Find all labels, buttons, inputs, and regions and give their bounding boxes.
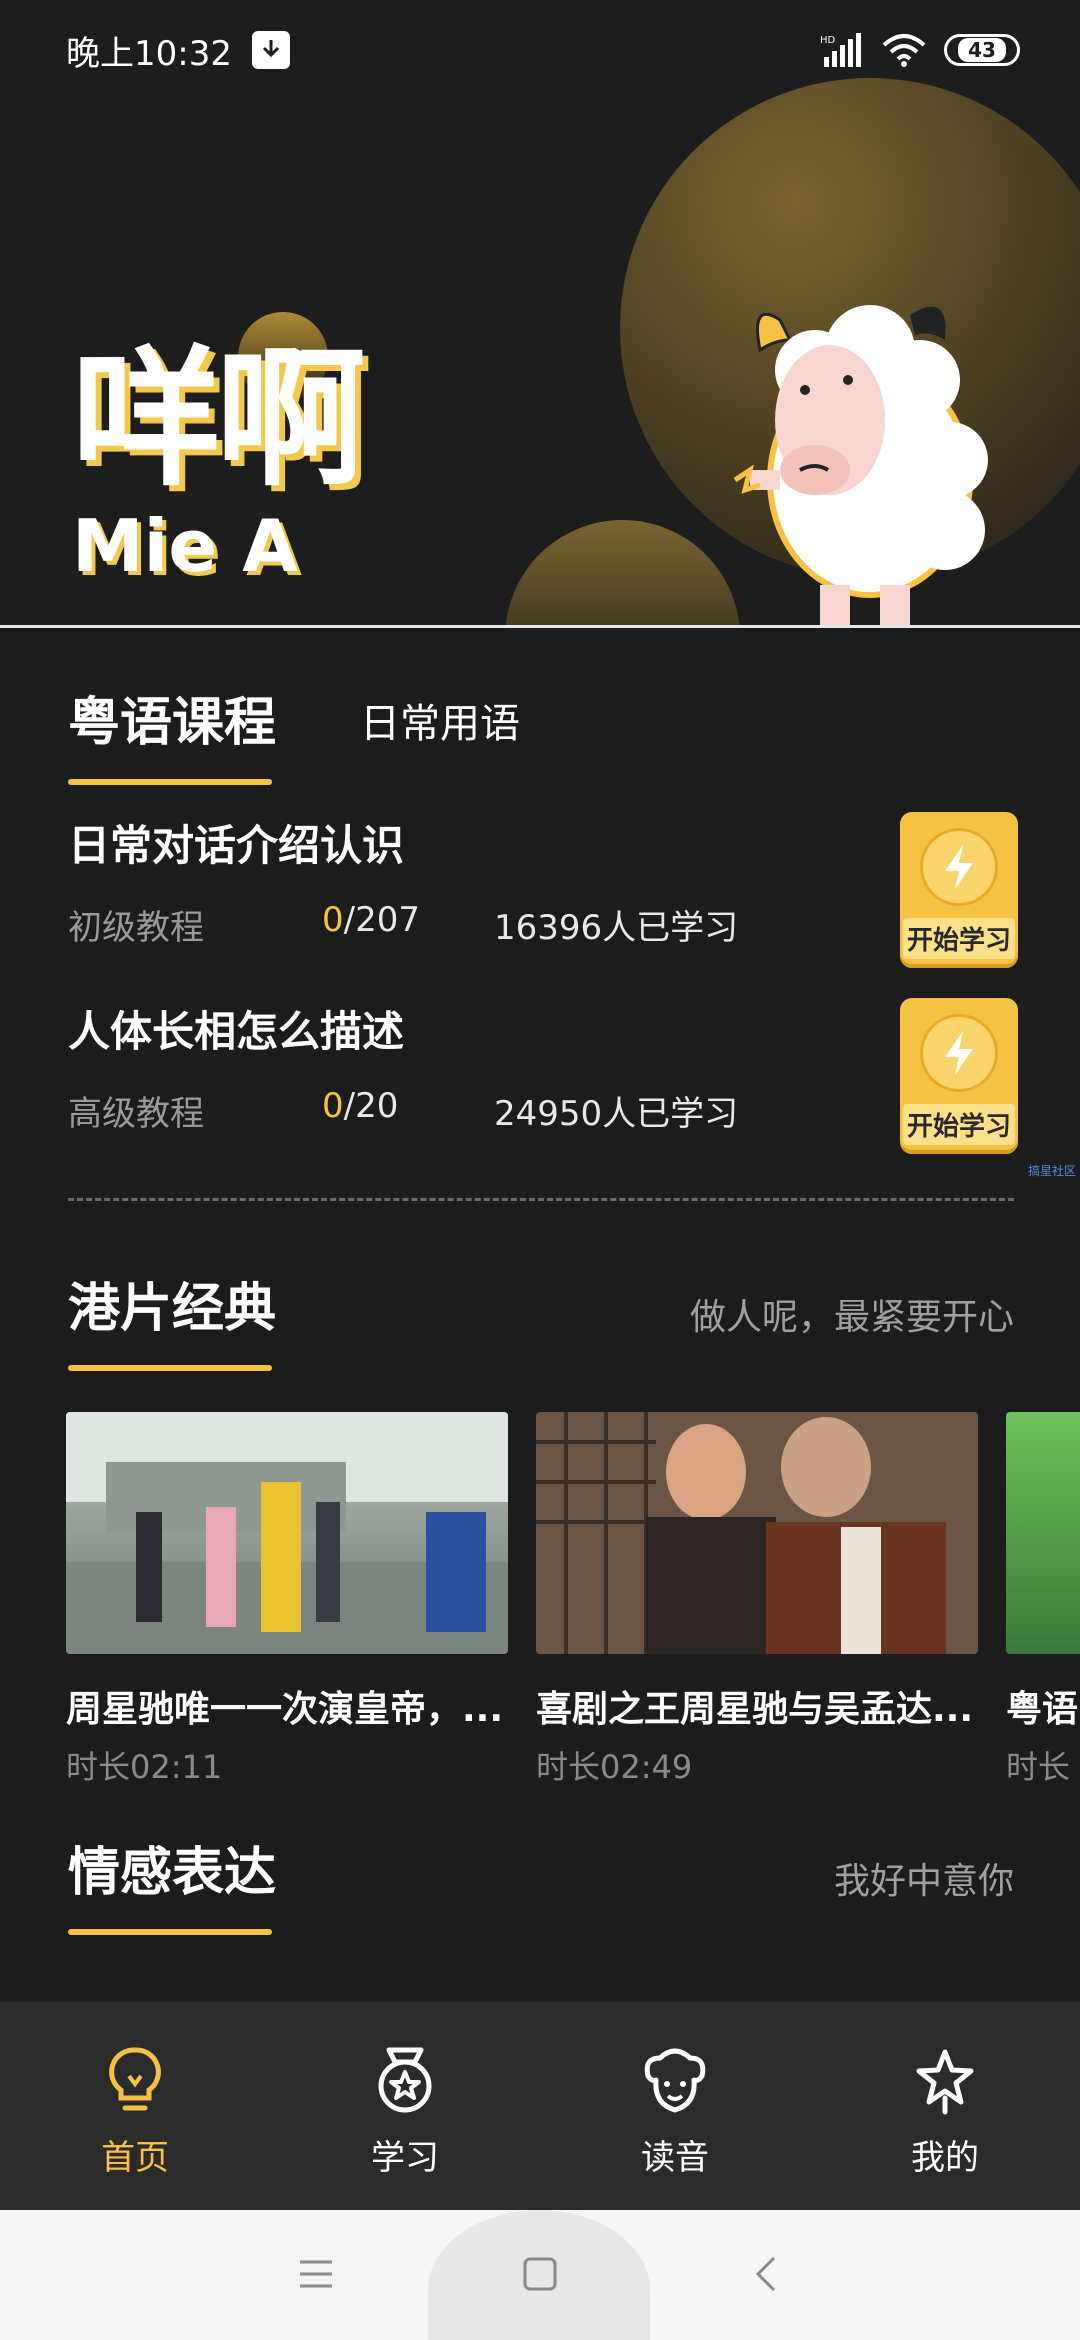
course-tabs: 粤语课程 日常用语 [68,680,520,785]
video-title: 周星驰唯一一次演皇帝，... [66,1689,504,1730]
lightning-icon [920,1014,998,1092]
back-icon[interactable] [752,2256,782,2292]
star-icon [916,2049,974,2115]
course-progress: 0/207 [322,900,494,949]
menu-icon[interactable] [298,2256,334,2292]
nav-study[interactable]: 学习 [270,2002,540,2210]
section-title-movies: 港片经典 [68,1266,276,1371]
start-learning-button[interactable]: 开始学习 [900,812,1018,968]
progress-total: /20 [343,1086,399,1126]
lightbulb-icon [109,2047,161,2111]
course-item[interactable]: 人体长相怎么描述 高级教程 0/20 24950人已学习 开始学习 [68,998,1018,1158]
battery-level: 43 [958,38,1006,62]
start-learning-label: 开始学习 [902,918,1015,959]
course-meta: 高级教程 0/20 24950人已学习 [68,1086,738,1135]
video-duration: 时长02:49 [536,1748,693,1782]
progress-current: 0 [322,1086,344,1126]
course-item[interactable]: 日常对话介绍认识 初级教程 0/207 16396人已学习 开始学习 [68,812,1018,972]
section-divider [68,1198,1014,1201]
system-navigation-bar [0,2210,1080,2340]
video-card[interactable]: 喜剧之王周星驰与吴孟达... 时长02:49 [536,1412,978,1782]
video-thumbnail[interactable] [1006,1412,1080,1654]
status-bar: 晚上10:32 HD 43 [0,0,1080,100]
wifi-icon [882,34,926,67]
nav-label: 首页 [101,2138,169,2178]
learner-count: 16396人已学习 [494,908,739,948]
section-title-emotion: 情感表达 [68,1830,276,1935]
bottom-navigation: 首页 学习 读音 我的 [0,2002,1080,2210]
video-thumbnail[interactable] [66,1412,508,1654]
signal-icon: HD [820,33,861,67]
learner-count: 24950人已学习 [494,1094,739,1134]
tab-cantonese-course[interactable]: 粤语课程 [68,680,276,785]
nav-mine[interactable]: 我的 [810,2002,1080,2210]
download-icon [251,31,290,69]
video-title: 粤语 [1006,1689,1079,1730]
svg-text:HD: HD [820,35,836,46]
course-progress: 0/20 [322,1086,494,1135]
sheep-face-icon [644,2048,706,2113]
course-level: 高级教程 [68,1094,204,1134]
video-title: 喜剧之王周星驰与吴孟达... [536,1689,974,1730]
course-level: 初级教程 [68,908,204,948]
nav-label: 读音 [641,2138,709,2178]
nav-label: 我的 [911,2138,979,2178]
watermark-text: 搞星社区 [1028,1164,1077,1178]
progress-total: /207 [343,900,420,940]
section-subtitle-movies[interactable]: 做人呢，最紧要开心 [690,1288,1014,1340]
medal-icon [378,2047,432,2113]
status-time: 晚上10:32 [66,33,232,74]
lightning-icon [920,828,998,906]
course-title: 人体长相怎么描述 [68,1007,405,1056]
video-card[interactable]: 粤语 时长 [1006,1412,1080,1782]
video-thumbnail[interactable] [536,1412,978,1654]
home-icon[interactable] [522,2256,558,2292]
start-learning-label: 开始学习 [902,1104,1015,1145]
video-duration: 时长02:11 [66,1748,223,1782]
video-duration: 时长 [1006,1748,1071,1782]
section-subtitle-emotion[interactable]: 我好中意你 [834,1852,1014,1904]
tab-daily-phrases[interactable]: 日常用语 [360,691,520,755]
battery-indicator: 43 [944,34,1020,66]
nav-pronunciation[interactable]: 读音 [540,2002,810,2210]
video-card[interactable]: 周星驰唯一一次演皇帝，... 时长02:11 [66,1412,508,1782]
banner-bottom-circle [505,520,740,625]
nav-home[interactable]: 首页 [0,2002,270,2210]
video-carousel[interactable]: 周星驰唯一一次演皇帝，... 时长02:11 喜剧之王周星驰与吴孟达... 时长… [66,1412,1080,1782]
app-logo-en: Mie A [72,504,298,588]
nav-label: 学习 [371,2138,439,2178]
course-title: 日常对话介绍认识 [68,821,405,870]
progress-current: 0 [322,900,344,940]
sheep-mascot-icon [733,305,988,625]
app-logo-cn: 咩啊 [72,333,366,507]
course-meta: 初级教程 0/207 16396人已学习 [68,900,738,949]
start-learning-button[interactable]: 开始学习 [900,998,1018,1154]
